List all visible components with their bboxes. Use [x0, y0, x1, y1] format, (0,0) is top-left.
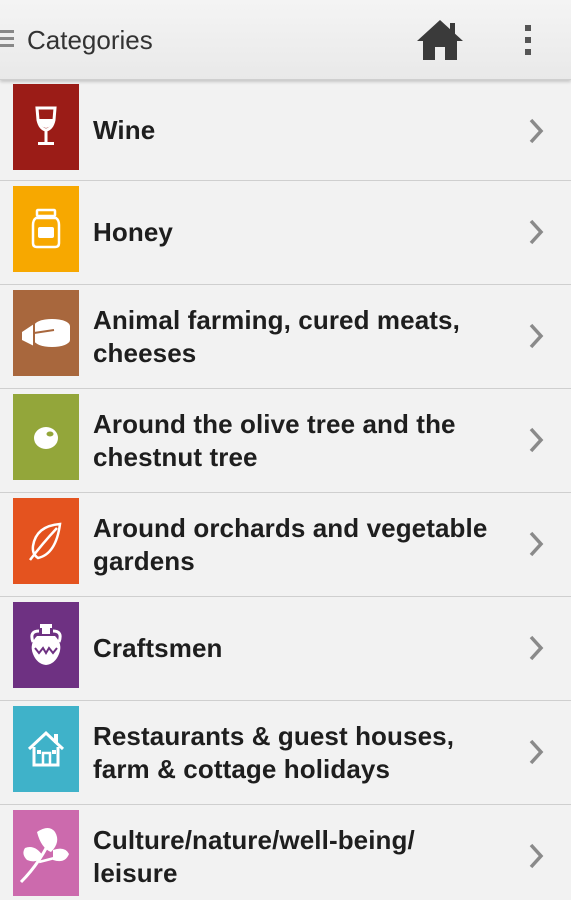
category-tile	[13, 498, 79, 584]
wine-glass-icon	[35, 106, 57, 145]
category-item-animal-farming[interactable]: Animal farming, cured meats, cheeses	[0, 285, 571, 389]
category-label: Restaurants & guest houses, farm & cotta…	[93, 720, 455, 784]
amphora-icon	[30, 624, 62, 665]
cheese-icon	[22, 319, 70, 347]
category-label: Wine	[93, 114, 156, 145]
category-item-honey[interactable]: Honey	[0, 181, 571, 285]
category-tile	[13, 602, 79, 688]
category-label: Craftsmen	[93, 633, 223, 663]
category-label: Honey	[93, 217, 173, 247]
page-title: Categories	[27, 25, 153, 55]
category-tile	[13, 394, 79, 480]
category-tile	[13, 84, 79, 170]
chevron-right-icon	[529, 739, 544, 765]
olive-icon	[34, 427, 58, 449]
category-list: Wine Honey Animal farming, cured meats, …	[0, 80, 571, 900]
category-label: Animal farming, cured meats, cheeses	[93, 304, 460, 368]
category-tile	[13, 290, 79, 376]
category-tile	[13, 186, 79, 272]
chevron-right-icon	[529, 323, 544, 349]
chevron-right-icon	[529, 531, 544, 557]
home-icon	[417, 20, 463, 60]
category-item-orchards-gardens[interactable]: Around orchards and vegetable gardens	[0, 493, 571, 597]
leaf-icon	[29, 522, 62, 561]
category-label: Around the olive tree and the chestnut t…	[93, 408, 456, 472]
category-item-wine[interactable]: Wine	[0, 80, 571, 181]
category-item-olive-chestnut[interactable]: Around the olive tree and the chestnut t…	[0, 389, 571, 493]
home-button[interactable]	[410, 12, 470, 68]
plant-icon	[19, 828, 69, 884]
house-icon	[27, 730, 65, 767]
category-item-craftsmen[interactable]: Craftsmen	[0, 597, 571, 701]
category-tile	[13, 810, 79, 896]
category-label: Around orchards and vegetable gardens	[93, 512, 488, 576]
category-item-restaurants-holidays[interactable]: Restaurants & guest houses, farm & cotta…	[0, 701, 571, 805]
drawer-indicator-icon[interactable]	[0, 30, 14, 50]
honey-jar-icon	[31, 208, 61, 249]
chevron-right-icon	[529, 843, 544, 869]
chevron-right-icon	[529, 219, 544, 245]
chevron-right-icon	[529, 427, 544, 453]
category-item-culture-nature[interactable]: Culture/nature/well-being/ leisure	[0, 805, 571, 900]
category-label: Culture/nature/well-being/ leisure	[93, 824, 415, 888]
overflow-menu-button[interactable]	[508, 16, 548, 64]
category-tile	[13, 706, 79, 792]
chevron-right-icon	[529, 118, 544, 144]
chevron-right-icon	[529, 635, 544, 661]
action-bar: Categories	[0, 0, 571, 80]
